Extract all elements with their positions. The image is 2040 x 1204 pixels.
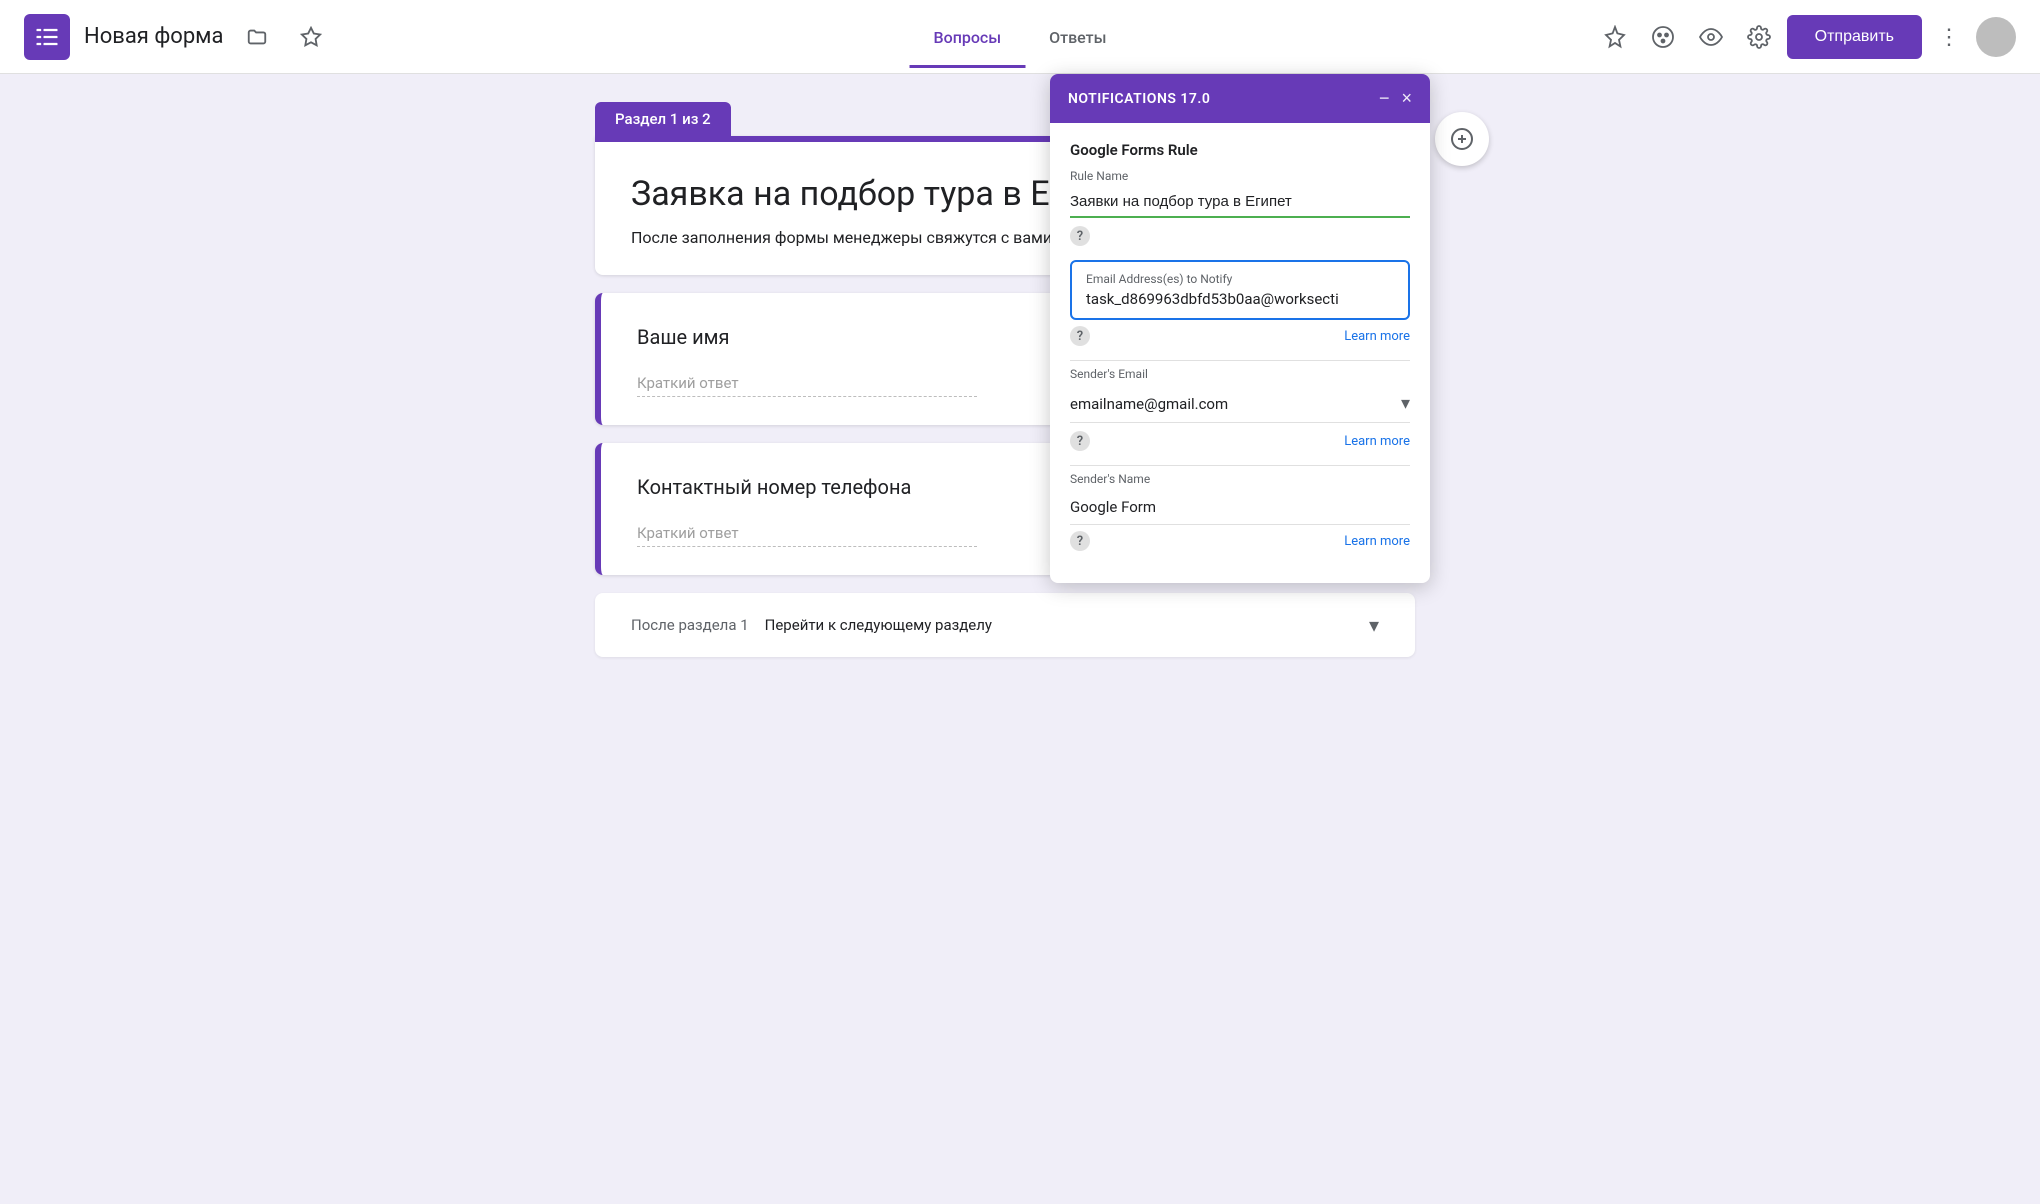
- sender-email-dropdown-icon[interactable]: ▾: [1401, 393, 1410, 414]
- topbar-right: Отправить ⋮: [1595, 15, 2016, 59]
- email-notify-box[interactable]: Email Address(es) to Notify task_d869963…: [1070, 260, 1410, 320]
- learn-more-link-2[interactable]: Learn more: [1344, 434, 1410, 449]
- topbar-left: Новая форма: [24, 14, 1595, 60]
- rule-name-label: Rule Name: [1070, 169, 1410, 183]
- help-icon-1[interactable]: ?: [1070, 226, 1090, 246]
- panel-body: Google Forms Rule Rule Name // inline pa…: [1050, 123, 1430, 583]
- after-section: После раздела 1 Перейти к следующему раз…: [595, 593, 1415, 657]
- panel-header: NOTIFICATIONS 17.0 − ×: [1050, 74, 1430, 123]
- sender-name-help-row: ? Learn more: [1070, 531, 1410, 551]
- send-button[interactable]: Отправить: [1787, 15, 1922, 59]
- minimize-button[interactable]: −: [1379, 88, 1390, 109]
- learn-more-link-3[interactable]: Learn more: [1344, 534, 1410, 549]
- sender-name-value: Google Form: [1070, 490, 1410, 525]
- sender-email-help-row: ? Learn more: [1070, 431, 1410, 451]
- help-icon-3[interactable]: ?: [1070, 431, 1090, 451]
- panel-section-title: Google Forms Rule: [1070, 141, 1410, 159]
- star-icon[interactable]: [291, 17, 331, 57]
- tab-bar: Вопросы Ответы: [910, 6, 1131, 68]
- after-section-action: Перейти к следующему разделу: [765, 616, 992, 634]
- topbar: Новая форма Вопросы Ответы: [0, 0, 2040, 74]
- rule-name-help-row: ?: [1070, 226, 1410, 246]
- email-help-row: ? Learn more: [1070, 326, 1410, 346]
- email-notify-value: task_d869963dbfd53b0aa@worksecti: [1086, 290, 1394, 308]
- learn-more-link-1[interactable]: Learn more: [1344, 329, 1410, 344]
- addons-icon[interactable]: [1595, 17, 1635, 57]
- section-badge: Раздел 1 из 2: [595, 102, 731, 136]
- folder-icon[interactable]: [237, 17, 277, 57]
- main-content: Раздел 1 из 2 Заявка на подбор тура в Ег…: [0, 74, 2040, 685]
- help-icon-2[interactable]: ?: [1070, 326, 1090, 346]
- panel-header-icons: − ×: [1379, 88, 1412, 109]
- short-answer-placeholder-1: Краткий ответ: [637, 374, 739, 392]
- tab-questions[interactable]: Вопросы: [910, 6, 1026, 68]
- palette-icon[interactable]: [1643, 17, 1683, 57]
- app-title: Новая форма: [84, 24, 223, 49]
- after-section-prefix: После раздела 1: [631, 616, 749, 634]
- divider-2: [1070, 465, 1410, 466]
- short-answer-placeholder-2: Краткий ответ: [637, 524, 739, 542]
- divider-1: [1070, 360, 1410, 361]
- add-section-button[interactable]: [1435, 112, 1489, 166]
- chevron-down-icon[interactable]: ▾: [1369, 613, 1379, 637]
- rule-name-input[interactable]: [1070, 187, 1410, 218]
- tab-answers[interactable]: Ответы: [1025, 6, 1130, 68]
- preview-icon[interactable]: [1691, 17, 1731, 57]
- sender-email-label: Sender's Email: [1070, 367, 1410, 381]
- avatar: [1976, 17, 2016, 57]
- app-icon: [24, 14, 70, 60]
- notifications-panel: NOTIFICATIONS 17.0 − × Google Forms Rule…: [1050, 74, 1430, 583]
- sender-email-row: emailname@gmail.com ▾: [1070, 385, 1410, 423]
- sender-email-value: emailname@gmail.com: [1070, 395, 1228, 413]
- close-button[interactable]: ×: [1401, 88, 1412, 109]
- panel-title: NOTIFICATIONS 17.0: [1068, 91, 1210, 107]
- help-icon-4[interactable]: ?: [1070, 531, 1090, 551]
- email-notify-label: Email Address(es) to Notify: [1086, 272, 1394, 286]
- more-options-button[interactable]: ⋮: [1930, 20, 1968, 54]
- sender-name-label: Sender's Name: [1070, 472, 1410, 486]
- settings-icon[interactable]: [1739, 17, 1779, 57]
